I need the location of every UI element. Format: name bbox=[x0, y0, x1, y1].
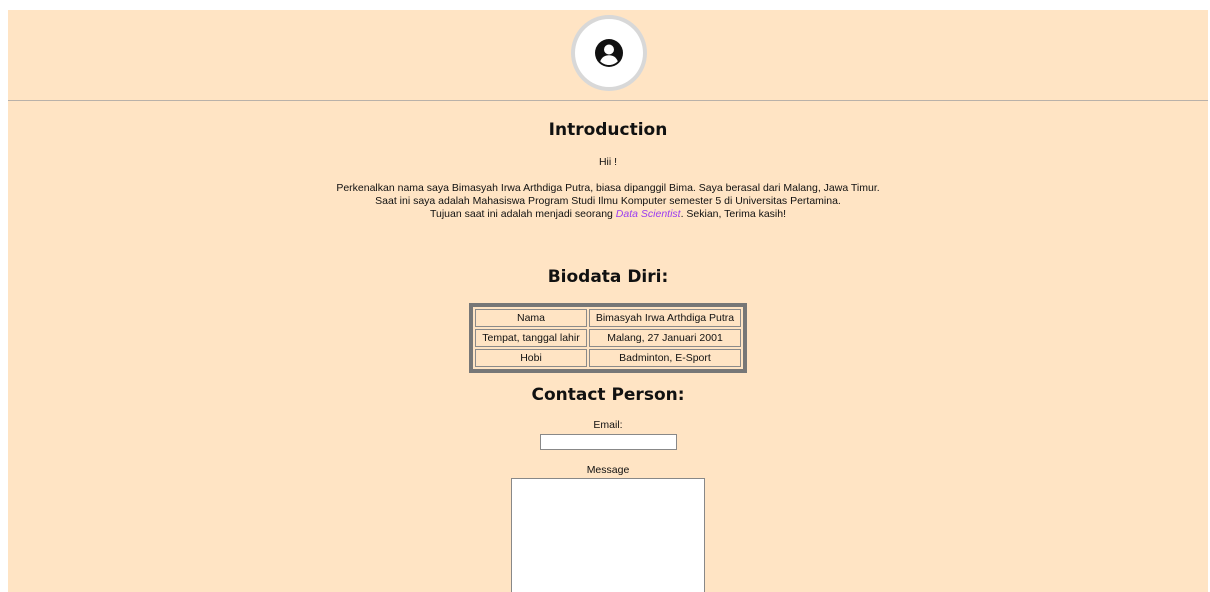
biodata-table: Nama Bimasyah Irwa Arthdiga Putra Tempat… bbox=[469, 303, 747, 373]
intro-line-2: Saat ini saya adalah Mahasiswa Program S… bbox=[375, 195, 841, 207]
row-value-nama: Bimasyah Irwa Arthdiga Putra bbox=[589, 309, 741, 327]
avatar bbox=[571, 15, 647, 91]
data-scientist-link[interactable]: Data Scientist bbox=[616, 208, 681, 220]
row-value-ttl: Malang, 27 Januari 2001 bbox=[589, 329, 741, 347]
user-circle-icon bbox=[595, 39, 623, 67]
biodata-title: Biodata Diri: bbox=[547, 267, 669, 287]
intro-line-3: Tujuan saat ini adalah menjadi seorang D… bbox=[8, 208, 1208, 221]
email-label: Email: bbox=[593, 419, 623, 431]
intro-greeting: Hii ! bbox=[598, 156, 618, 168]
header bbox=[8, 10, 1208, 101]
row-label-ttl: Tempat, tanggal lahir bbox=[475, 329, 587, 347]
intro-title: Introduction bbox=[548, 120, 668, 140]
message-label: Message bbox=[586, 464, 630, 476]
intro-line-1: Perkenalkan nama saya Bimasyah Irwa Arth… bbox=[336, 182, 880, 194]
row-label-nama: Nama bbox=[475, 309, 587, 327]
intro-line-3-prefix: Tujuan saat ini adalah menjadi seorang bbox=[429, 208, 616, 220]
table-row: Tempat, tanggal lahir Malang, 27 Januari… bbox=[475, 329, 741, 347]
email-field[interactable] bbox=[539, 434, 677, 450]
table-row: Nama Bimasyah Irwa Arthdiga Putra bbox=[475, 309, 741, 327]
row-value-hobi: Badminton, E-Sport bbox=[589, 349, 741, 367]
page-container: Introduction Hii ! Perkenalkan nama saya… bbox=[8, 10, 1208, 592]
contact-title: Contact Person: bbox=[531, 385, 685, 405]
intro-line-3-suffix: . Sekian, Terima kasih! bbox=[680, 208, 787, 220]
message-textarea[interactable] bbox=[511, 478, 705, 592]
intro-paragraph: Perkenalkan nama saya Bimasyah Irwa Arth… bbox=[8, 182, 1208, 221]
table-row: Hobi Badminton, E-Sport bbox=[475, 349, 741, 367]
row-label-hobi: Hobi bbox=[475, 349, 587, 367]
